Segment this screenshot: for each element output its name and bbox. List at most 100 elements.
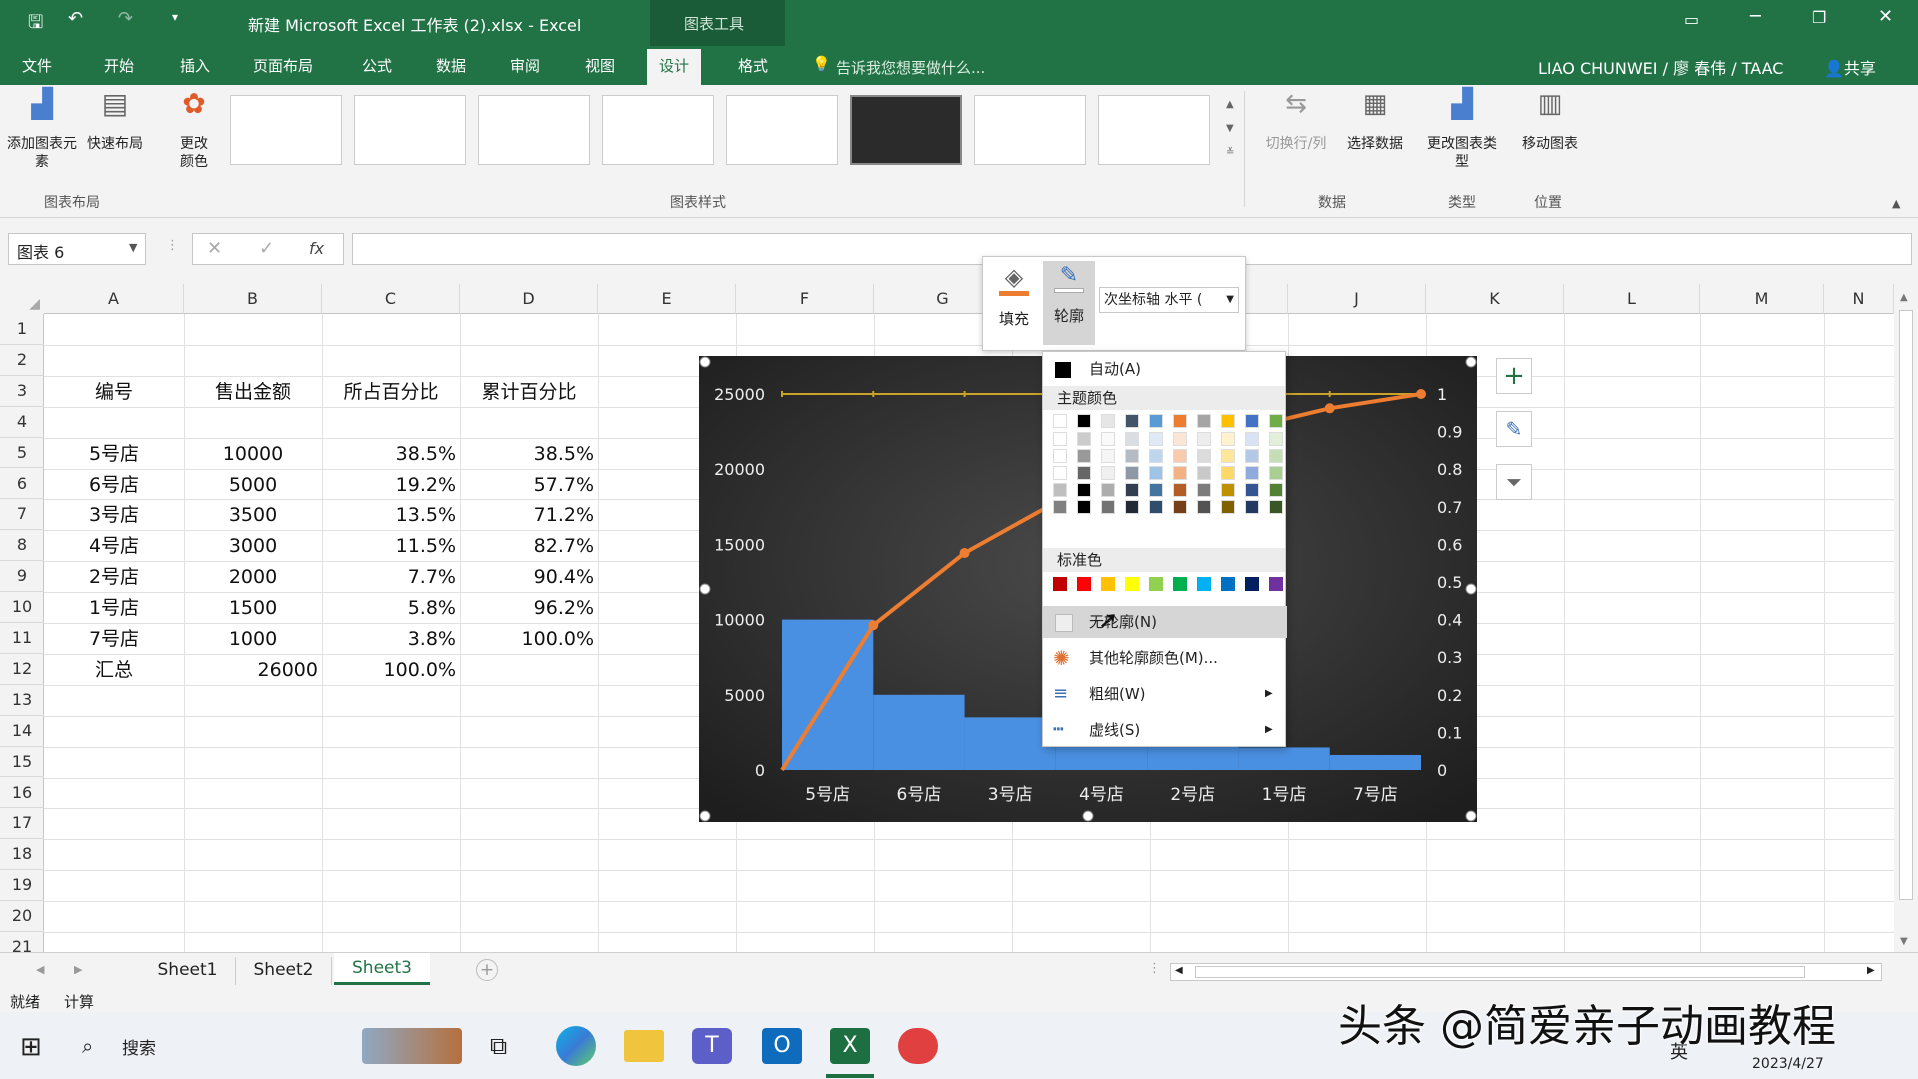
theme-color-swatch[interactable] — [1077, 414, 1091, 428]
scroll-down-icon[interactable]: ▼ — [1900, 936, 1908, 947]
table-cell[interactable]: 7号店 — [48, 624, 180, 654]
user-name[interactable]: LIAO CHUNWEI / 廖 春伟 / TAAC — [1538, 55, 1783, 79]
theme-color-swatch[interactable] — [1149, 449, 1163, 463]
theme-color-swatch[interactable] — [1149, 483, 1163, 497]
styles-scroll-down-icon[interactable]: ▼ — [1226, 123, 1234, 134]
scroll-left-icon[interactable]: ◀ — [1175, 965, 1183, 976]
theme-color-swatch[interactable] — [1197, 432, 1211, 446]
dashes-item[interactable]: ┅ 虚线(S) ▶ — [1043, 714, 1287, 746]
theme-color-swatch[interactable] — [1125, 432, 1139, 446]
theme-color-swatch[interactable] — [1245, 449, 1259, 463]
theme-color-swatch[interactable] — [1269, 483, 1283, 497]
tab-home[interactable]: 开始 — [104, 55, 134, 76]
theme-color-swatch[interactable] — [1149, 432, 1163, 446]
table-cell[interactable]: 7.7% — [326, 562, 456, 592]
row-header-9[interactable]: 9 — [0, 561, 44, 593]
table-cell[interactable]: 13.5% — [326, 500, 456, 530]
windows-start-icon[interactable]: ⊞ — [20, 1032, 42, 1062]
column-header-l[interactable]: L — [1564, 284, 1700, 314]
standard-color-swatch[interactable] — [1149, 577, 1163, 591]
theme-color-swatch[interactable] — [1101, 483, 1115, 497]
horizontal-scroll-thumb[interactable] — [1195, 966, 1805, 978]
column-header-e[interactable]: E — [598, 284, 736, 314]
theme-color-swatch[interactable] — [1125, 466, 1139, 480]
chart-element-selector[interactable]: 次坐标轴 水平 ( ▼ — [1099, 287, 1239, 313]
cell-header[interactable]: 累计百分比 — [464, 377, 594, 407]
table-cell[interactable]: 3号店 — [48, 500, 180, 530]
teams-icon[interactable]: T — [692, 1028, 732, 1064]
change-colors-button[interactable]: ✿ 更改颜色 — [164, 90, 224, 171]
theme-color-swatch[interactable] — [1053, 466, 1067, 480]
table-cell[interactable]: 3500 — [188, 500, 318, 530]
redo-icon[interactable]: ↷ — [118, 8, 133, 29]
row-header-16[interactable]: 16 — [0, 778, 44, 809]
theme-color-swatch[interactable] — [1197, 414, 1211, 428]
table-cell[interactable]: 57.7% — [464, 470, 594, 500]
add-sheet-button[interactable]: + — [476, 959, 498, 981]
theme-color-swatch[interactable] — [1221, 483, 1235, 497]
tab-data[interactable]: 数据 — [436, 55, 466, 76]
chart-style-6[interactable] — [850, 95, 962, 165]
table-cell[interactable]: 90.4% — [464, 562, 594, 592]
theme-color-swatch[interactable] — [1053, 500, 1067, 514]
table-cell[interactable]: 3000 — [188, 531, 318, 561]
table-cell[interactable]: 96.2% — [464, 593, 594, 623]
sheet-tab-sheet2[interactable]: Sheet2 — [236, 957, 332, 985]
standard-color-swatch[interactable] — [1077, 577, 1091, 591]
tab-review[interactable]: 审阅 — [510, 55, 540, 76]
theme-color-swatch[interactable] — [1125, 449, 1139, 463]
tab-formulas[interactable]: 公式 — [362, 55, 392, 76]
row-header-15[interactable]: 15 — [0, 747, 44, 778]
tab-format[interactable]: 格式 — [738, 55, 768, 76]
add-chart-element-button[interactable]: ▟ 添加图表元素 — [4, 90, 80, 171]
chart-style-4[interactable] — [602, 95, 714, 165]
fill-button[interactable]: ◈ 填充 — [989, 263, 1039, 343]
theme-color-swatch[interactable] — [1173, 414, 1187, 428]
row-header-11[interactable]: 11 — [0, 623, 44, 654]
cell-header[interactable]: 售出金额 — [188, 377, 318, 407]
row-header-12[interactable]: 12 — [0, 654, 44, 685]
theme-color-swatch[interactable] — [1245, 432, 1259, 446]
row-header-6[interactable]: 6 — [0, 469, 44, 500]
theme-color-swatch[interactable] — [1221, 500, 1235, 514]
table-cell[interactable]: 5000 — [188, 470, 318, 500]
excel-icon[interactable]: X — [830, 1028, 870, 1064]
row-header-3[interactable]: 3 — [0, 376, 44, 407]
theme-color-swatch[interactable] — [1125, 414, 1139, 428]
chart-style-2[interactable] — [354, 95, 466, 165]
standard-color-swatch[interactable] — [1125, 577, 1139, 591]
theme-color-swatch[interactable] — [1245, 466, 1259, 480]
table-cell[interactable]: 1500 — [188, 593, 318, 623]
theme-color-swatch[interactable] — [1221, 414, 1235, 428]
horizontal-scrollbar[interactable]: ◀ ▶ — [1170, 963, 1882, 981]
tab-file[interactable]: 文件 — [22, 55, 52, 76]
standard-color-swatch[interactable] — [1197, 577, 1211, 591]
tell-me-input[interactable]: 告诉我您想要做什么... — [836, 57, 985, 78]
tab-view[interactable]: 视图 — [585, 55, 615, 76]
row-header-20[interactable]: 20 — [0, 901, 44, 932]
row-header-17[interactable]: 17 — [0, 808, 44, 840]
row-header-2[interactable]: 2 — [0, 345, 44, 376]
chart-elements-button[interactable]: + — [1496, 358, 1532, 394]
tab-insert[interactable]: 插入 — [180, 55, 210, 76]
theme-color-swatch[interactable] — [1197, 466, 1211, 480]
row-header-14[interactable]: 14 — [0, 716, 44, 747]
column-header-d[interactable]: D — [460, 284, 598, 314]
no-outline-item[interactable]: 无轮廓(N) — [1043, 606, 1287, 638]
row-header-10[interactable]: 10 — [0, 592, 44, 623]
table-cell[interactable]: 100.0% — [464, 624, 594, 654]
vertical-scrollbar[interactable]: ▲ ▼ — [1894, 284, 1918, 952]
chart-style-8[interactable] — [1098, 95, 1210, 165]
chart-filters-button[interactable]: ⏷ — [1496, 464, 1532, 500]
standard-color-swatch[interactable] — [1221, 577, 1235, 591]
theme-color-swatch[interactable] — [1269, 414, 1283, 428]
theme-color-swatch[interactable] — [1101, 414, 1115, 428]
select-all-corner[interactable]: ◢ — [0, 284, 44, 314]
auto-color-item[interactable]: 自动(A) — [1043, 353, 1287, 385]
name-box[interactable]: 图表 6 ▼ — [8, 233, 146, 265]
theme-color-swatch[interactable] — [1173, 449, 1187, 463]
theme-color-swatch[interactable] — [1077, 500, 1091, 514]
theme-color-swatch[interactable] — [1053, 432, 1067, 446]
taskbar-date[interactable]: 2023/4/27 — [1752, 1056, 1824, 1072]
theme-color-swatch[interactable] — [1197, 500, 1211, 514]
